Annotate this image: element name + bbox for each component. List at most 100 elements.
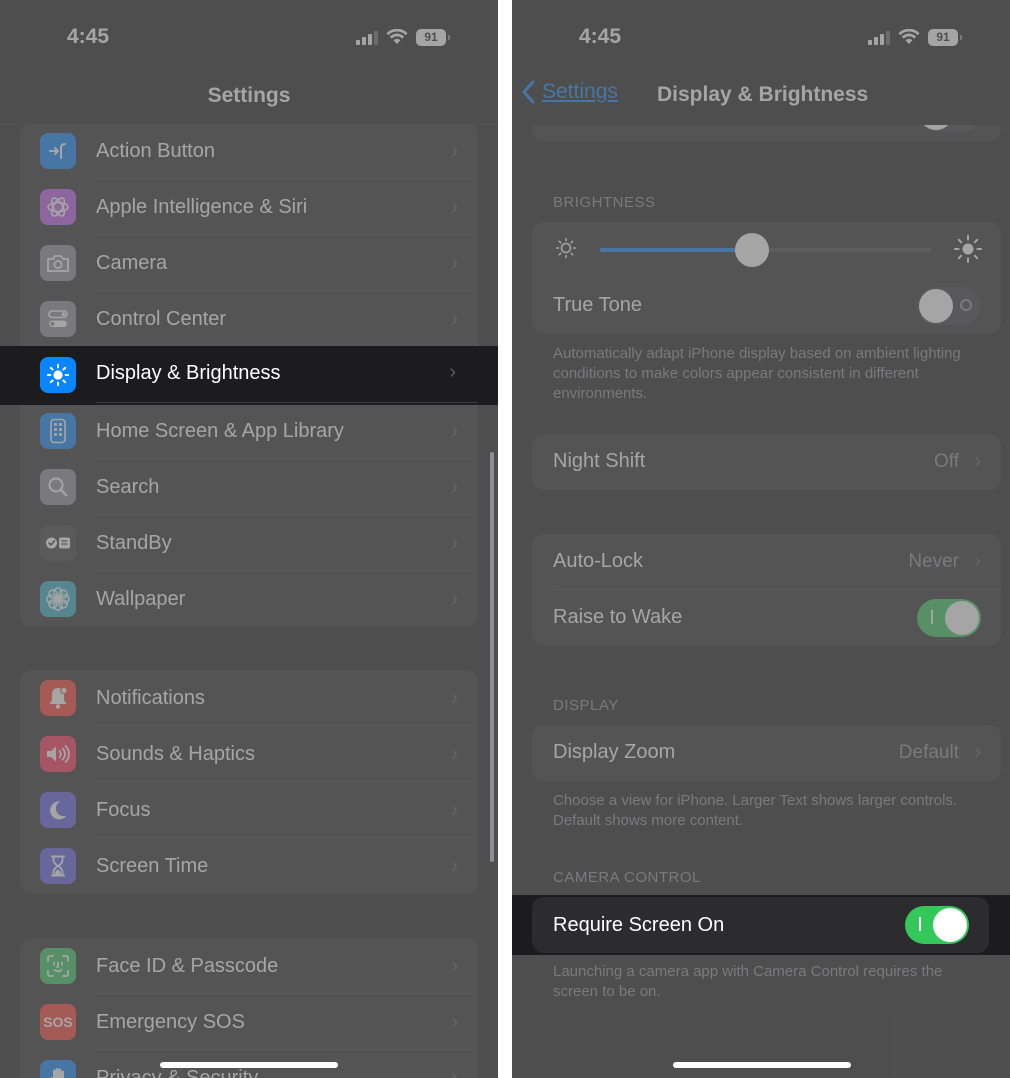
speaker-icon — [40, 736, 76, 772]
row-label: Sounds & Haptics — [96, 742, 255, 765]
battery-icon: 91 — [416, 28, 450, 46]
night-shift-value: Off — [934, 451, 959, 472]
night-shift-row[interactable]: Night Shift Off › — [532, 434, 1001, 490]
page-title: Display & Brightness — [657, 83, 869, 106]
true-tone-toggle[interactable] — [917, 287, 981, 325]
wifi-icon — [898, 29, 920, 44]
display-zoom-label: Display Zoom — [553, 741, 676, 763]
bell-icon — [40, 680, 76, 716]
automatic-appearance-toggle[interactable] — [917, 125, 981, 132]
settings-row-apple-intelligence-and-siri[interactable]: Apple Intelligence & Siri › — [20, 179, 478, 235]
search-icon — [40, 469, 76, 505]
settings-row-screen-time[interactable]: Screen Time › — [20, 838, 478, 894]
cellular-signal-icon — [868, 29, 890, 45]
settings-row-display-brightness[interactable]: Display & Brightness › — [0, 346, 498, 405]
chevron-right-icon: › — [451, 854, 458, 877]
standby-icon — [40, 525, 76, 561]
settings-row-standby[interactable]: StandBy › — [20, 515, 478, 571]
back-button[interactable]: Settings — [522, 80, 618, 104]
chevron-right-icon: › — [451, 742, 458, 765]
display-zoom-group: Display Zoom Default › — [532, 725, 1001, 781]
chevron-right-icon: › — [451, 1010, 458, 1033]
raise-to-wake-toggle[interactable] — [917, 599, 981, 637]
chevron-right-icon: › — [451, 1066, 458, 1078]
action-button-icon — [40, 133, 76, 169]
scroll-indicator[interactable] — [490, 452, 494, 862]
brightness-icon — [40, 357, 76, 393]
status-time: 4:45 — [579, 25, 622, 48]
settings-list[interactable]: Action Button › Apple Intelligence & Siri ›… — [0, 125, 498, 1078]
lock-group: Auto-Lock Never › Raise to Wake — [532, 534, 1001, 646]
settings-row-sounds-and-haptics[interactable]: Sounds & Haptics › — [20, 726, 478, 782]
camera-control-header: CAMERA CONTROL — [553, 869, 701, 886]
home-screen-icon — [40, 413, 76, 449]
status-bar: 4:45 91 — [512, 0, 1010, 70]
require-screen-on-label: Require Screen On — [553, 914, 725, 936]
settings-row-camera[interactable]: Camera › — [20, 235, 478, 291]
require-screen-on-row-highlight: Require Screen On — [512, 895, 1010, 955]
home-indicator[interactable] — [673, 1062, 851, 1068]
row-label: Camera — [96, 251, 168, 274]
chevron-right-icon: › — [451, 251, 458, 274]
control-center-icon — [40, 301, 76, 337]
chevron-right-icon: › — [974, 741, 981, 763]
settings-row-wallpaper[interactable]: Wallpaper › — [20, 571, 478, 627]
sos-icon: SOS — [40, 1004, 76, 1040]
brightness-slider[interactable] — [600, 233, 931, 267]
settings-row-action-button[interactable]: Action Button › — [20, 125, 478, 179]
home-indicator[interactable] — [160, 1062, 338, 1068]
row-label: Action Button — [96, 139, 215, 162]
nav-bar: Settings Display & Brightness — [512, 70, 1010, 125]
settings-row-search[interactable]: Search › — [20, 459, 478, 515]
settings-row-notifications[interactable]: Notifications › — [20, 670, 478, 726]
sun-small-icon — [555, 237, 577, 259]
chevron-left-icon — [522, 80, 535, 104]
settings-row-control-center[interactable]: Control Center › — [20, 291, 478, 347]
auto-lock-row[interactable]: Auto-Lock Never › — [532, 534, 1001, 590]
settings-row-emergency-sos[interactable]: SOS Emergency SOS › — [20, 994, 478, 1050]
row-label: Focus — [96, 798, 151, 821]
require-screen-on-toggle[interactable] — [905, 906, 969, 944]
display-zoom-row[interactable]: Display Zoom Default › — [532, 725, 1001, 781]
row-label: Privacy & Security — [96, 1066, 259, 1078]
row-label: Screen Time — [96, 854, 209, 877]
night-shift-group: Night Shift Off › — [532, 434, 1001, 490]
true-tone-row[interactable]: True Tone — [532, 278, 1001, 334]
row-label: StandBy — [96, 531, 172, 554]
wallpaper-flower-icon — [40, 581, 76, 617]
row-label: Emergency SOS — [96, 1010, 245, 1033]
appearance-group — [532, 125, 1001, 141]
row-label: Notifications — [96, 686, 205, 709]
moon-icon — [40, 792, 76, 828]
chevron-right-icon: › — [451, 139, 458, 162]
brightness-slider-row — [532, 222, 1001, 278]
raise-to-wake-row[interactable]: Raise to Wake — [532, 590, 1001, 646]
brightness-slider-knob[interactable] — [735, 233, 770, 267]
hand-icon — [40, 1060, 76, 1078]
display-brightness-screen: 4:45 91 Settings Display & Brightness BR… — [512, 0, 1010, 1078]
status-time: 4:45 — [67, 25, 110, 48]
chevron-right-icon: › — [451, 307, 458, 330]
require-screen-on-row[interactable]: Require Screen On — [532, 897, 989, 953]
settings-row-face-id-and-passcode[interactable]: Face ID & Passcode › — [20, 938, 478, 994]
camera-icon — [40, 245, 76, 281]
chevron-right-icon: › — [974, 450, 981, 472]
chevron-right-icon: › — [451, 419, 458, 442]
row-label: Search — [96, 475, 160, 498]
nav-bar: Settings — [0, 70, 498, 125]
face-id-icon — [40, 948, 76, 984]
chevron-right-icon: › — [451, 195, 458, 218]
hourglass-icon — [40, 848, 76, 884]
chevron-right-icon: › — [451, 954, 458, 977]
settings-row-home-screen-and-app-library[interactable]: Home Screen & App Library › — [20, 403, 478, 459]
settings-row-focus[interactable]: Focus › — [20, 782, 478, 838]
sos-text: SOS — [43, 1014, 73, 1030]
row-label: Control Center — [96, 307, 227, 330]
battery-icon: 91 — [928, 28, 962, 46]
siri-icon — [40, 189, 76, 225]
sun-large-icon — [954, 235, 982, 263]
display-zoom-value: Default — [898, 742, 959, 763]
row-label: Face ID & Passcode — [96, 954, 279, 977]
raise-to-wake-label: Raise to Wake — [553, 606, 683, 628]
row-label: Wallpaper — [96, 587, 186, 610]
